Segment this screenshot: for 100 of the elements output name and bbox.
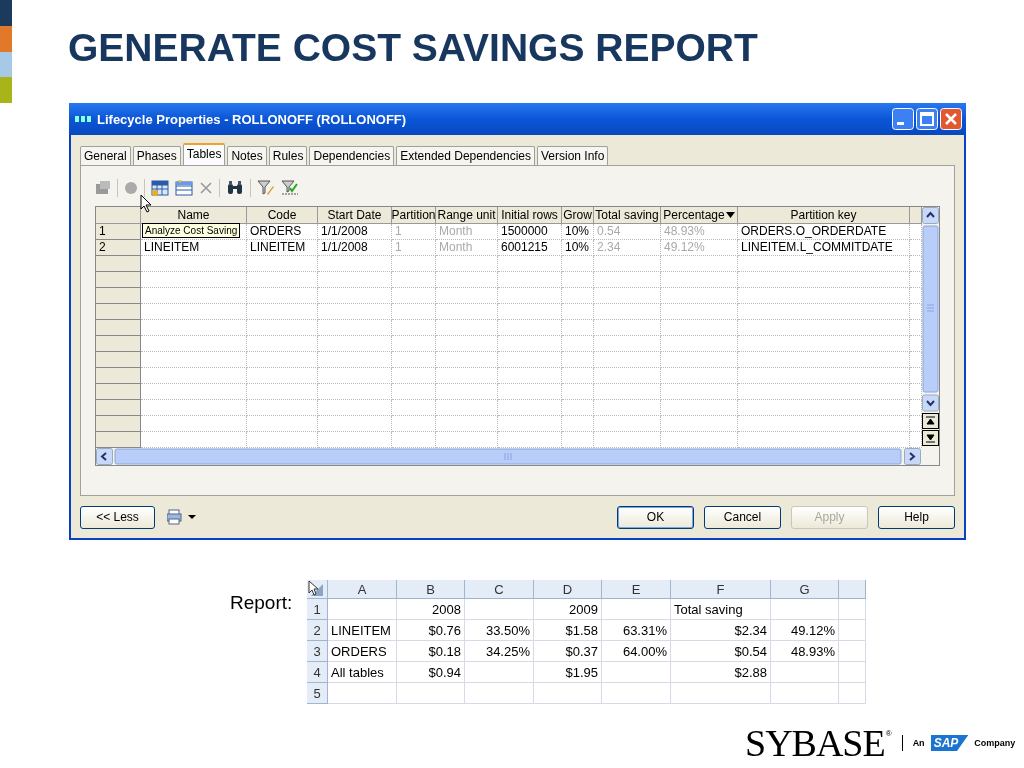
column-header[interactable]: Percentage — [661, 207, 738, 224]
filter-check-icon[interactable] — [281, 180, 299, 196]
table-cell: 1/1/2008 — [321, 224, 368, 238]
table-cell — [562, 400, 594, 416]
table-cell — [436, 368, 498, 384]
table-cell: 6001215 — [501, 240, 548, 254]
table-cell: $1.95 — [565, 664, 598, 680]
row-number[interactable]: 1 — [96, 224, 141, 240]
row-header[interactable]: 4 — [307, 662, 328, 683]
table-cell — [436, 320, 498, 336]
table-cell: 2008 — [432, 601, 461, 617]
tab[interactable]: Tables — [182, 143, 226, 165]
row-number[interactable] — [96, 320, 141, 336]
tab[interactable]: Version Info — [536, 146, 609, 165]
tab[interactable]: Extended Dependencies — [396, 146, 535, 165]
table-cell — [247, 416, 318, 432]
dialog-button[interactable]: << Less — [80, 505, 155, 529]
last-record-icon[interactable] — [922, 430, 939, 446]
properties-icon[interactable] — [95, 180, 111, 196]
table-cell: 1 — [395, 224, 402, 238]
maximize-icon[interactable] — [916, 108, 938, 130]
column-header[interactable]: Partition — [392, 207, 436, 224]
table-cell — [392, 336, 436, 352]
dialog-button[interactable]: OK — [617, 505, 694, 529]
row-number[interactable] — [96, 304, 141, 320]
table-cell: 10% — [565, 240, 590, 254]
registered-mark: ® — [885, 729, 892, 738]
close-icon[interactable] — [940, 108, 962, 130]
column-header[interactable]: Grow — [562, 207, 594, 224]
column-header[interactable]: G — [771, 580, 839, 599]
table-cell: 33.50% — [485, 622, 530, 638]
table-cell: 0.54 — [597, 224, 621, 238]
column-header[interactable]: A — [328, 580, 397, 599]
table-cell — [498, 352, 562, 368]
column-header[interactable]: F — [671, 580, 771, 599]
circle-icon[interactable] — [124, 181, 138, 195]
table-cell — [562, 336, 594, 352]
column-header[interactable]: Start Date — [318, 207, 392, 224]
table-cell — [436, 400, 498, 416]
table-cell — [498, 272, 562, 288]
table-cell: LINEITEM — [144, 240, 200, 254]
tab[interactable]: General — [80, 146, 131, 165]
window-title: Lifecycle Properties - ROLLONOFF (ROLLONOFF) — [97, 111, 408, 127]
row-header[interactable]: 5 — [307, 683, 328, 704]
table-cell — [594, 416, 661, 432]
dialog-button[interactable]: Help — [878, 505, 955, 529]
tab[interactable]: Phases — [132, 146, 181, 165]
column-header[interactable]: D — [534, 580, 602, 599]
column-header[interactable]: Code — [247, 207, 318, 224]
tab[interactable]: Notes — [227, 146, 267, 165]
row-number[interactable]: 2 — [96, 240, 141, 256]
row-number[interactable] — [96, 256, 141, 272]
row-number[interactable] — [96, 384, 141, 400]
dialog-button[interactable]: Cancel — [704, 505, 781, 529]
row-number[interactable] — [96, 336, 141, 352]
minimize-icon[interactable] — [892, 108, 914, 130]
table-cell: 1/1/2008 — [321, 240, 368, 254]
row-number[interactable] — [96, 272, 141, 288]
vertical-scrollbar[interactable] — [922, 207, 939, 412]
binoculars-icon[interactable] — [226, 180, 244, 196]
column-header[interactable]: Initial rows — [498, 207, 562, 224]
table-cell — [594, 384, 661, 400]
row-number[interactable] — [96, 432, 141, 448]
column-header[interactable]: Total saving — [594, 207, 661, 224]
table-cell — [562, 416, 594, 432]
column-header[interactable]: Partition key — [738, 207, 910, 224]
print-menu-button[interactable] — [165, 509, 199, 525]
row-header[interactable]: 1 — [307, 599, 328, 620]
table-cell — [392, 368, 436, 384]
first-record-icon[interactable] — [922, 413, 939, 429]
table-cell — [247, 304, 318, 320]
table-cell — [562, 272, 594, 288]
table-insert-icon[interactable] — [175, 180, 193, 196]
column-header[interactable]: E — [602, 580, 671, 599]
row-number[interactable] — [96, 288, 141, 304]
row-number[interactable] — [96, 400, 141, 416]
row-number[interactable] — [96, 352, 141, 368]
row-header[interactable]: 2 — [307, 620, 328, 641]
table-cell — [392, 320, 436, 336]
table-cell — [562, 320, 594, 336]
cursor-icon — [140, 194, 152, 213]
table-cell — [602, 683, 671, 704]
table-add-icon[interactable] — [151, 180, 169, 196]
column-header[interactable]: Range unit — [436, 207, 498, 224]
table-cell — [247, 336, 318, 352]
column-header[interactable]: C — [465, 580, 534, 599]
table-cell — [594, 336, 661, 352]
table-cell — [392, 384, 436, 400]
table-cell: 1 — [395, 240, 402, 254]
row-number[interactable] — [96, 368, 141, 384]
tab[interactable]: Rules — [268, 146, 308, 165]
filter-edit-icon[interactable] — [257, 180, 275, 196]
table-cell — [247, 352, 318, 368]
table-cell: Month — [439, 224, 473, 238]
row-number[interactable] — [96, 416, 141, 432]
tab[interactable]: Dependencies — [309, 146, 395, 165]
column-header[interactable]: B — [397, 580, 465, 599]
row-header[interactable]: 3 — [307, 641, 328, 662]
partner-logo: SAP — [930, 735, 969, 751]
delete-icon[interactable] — [199, 181, 213, 195]
